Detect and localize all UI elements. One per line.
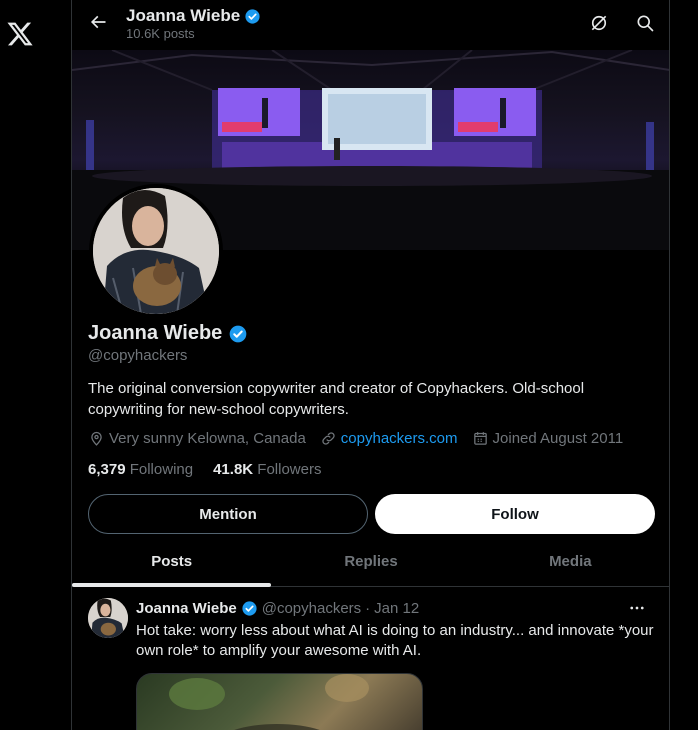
website-link[interactable]: copyhackers.com	[341, 430, 458, 447]
profile-column: Joanna Wiebe 10.6K posts Joanna Wiebe @c…	[71, 0, 670, 730]
profile-header: Joanna Wiebe 10.6K posts	[72, 0, 669, 50]
follow-button[interactable]: Follow	[375, 494, 655, 534]
header-name: Joanna Wiebe	[126, 6, 241, 25]
tab-media-label: Media	[549, 553, 592, 570]
following-label: Following	[129, 461, 194, 478]
header-posts-count: 10.6K posts	[126, 26, 195, 41]
tweet-media-image[interactable]	[136, 673, 423, 730]
active-tab-indicator	[72, 583, 271, 587]
profile-bio: The original conversion copywriter and c…	[88, 380, 585, 418]
location-pin-icon	[91, 431, 102, 446]
profile-handle: @copyhackers	[88, 347, 188, 364]
website-item: copyhackers.com	[320, 430, 458, 447]
tweet-author-name[interactable]: Joanna Wiebe	[136, 600, 237, 617]
tweet-author-handle[interactable]: @copyhackers	[262, 600, 361, 617]
mention-button[interactable]: Mention	[88, 494, 368, 534]
left-nav	[0, 0, 71, 730]
verified-badge-icon	[245, 8, 260, 24]
tab-replies[interactable]: Replies	[271, 537, 470, 586]
tab-posts-label: Posts	[151, 553, 193, 570]
verified-badge-icon[interactable]	[228, 324, 248, 344]
following-count: 6,379	[88, 461, 126, 478]
profile-meta: Very sunny Kelowna, Canada copyhackers.c…	[88, 430, 637, 447]
location-item: Very sunny Kelowna, Canada	[88, 430, 306, 447]
tweet-date[interactable]: Jan 12	[374, 600, 419, 617]
search-icon[interactable]	[632, 10, 658, 36]
tab-media[interactable]: Media	[471, 537, 669, 586]
joined-text: Joined August 2011	[492, 430, 624, 447]
profile-name: Joanna Wiebe	[88, 322, 223, 344]
tweet-header: Joanna Wiebe @copyhackers · Jan 12	[136, 600, 419, 617]
verified-badge-icon	[242, 601, 257, 616]
follow-stats: 6,379 Following 41.8K Followers	[88, 461, 341, 478]
tab-posts[interactable]: Posts	[72, 537, 271, 587]
calendar-icon	[473, 432, 487, 445]
profile-avatar[interactable]	[89, 184, 223, 318]
tweet-text: Hot take: worry less about what AI is do…	[136, 622, 654, 659]
link-icon	[322, 432, 335, 445]
tab-replies-label: Replies	[344, 553, 398, 570]
header-name-row: Joanna Wiebe	[126, 6, 261, 26]
joined-item: Joined August 2011	[472, 430, 624, 447]
following-stat[interactable]: 6,379 Following	[88, 461, 193, 478]
back-arrow-icon[interactable]	[84, 8, 112, 36]
profile-name-row: Joanna Wiebe	[88, 322, 248, 345]
tweet-avatar[interactable]	[88, 598, 128, 638]
x-logo-icon[interactable]	[6, 20, 34, 48]
profile-tabs: Posts Replies Media	[72, 537, 669, 587]
more-icon[interactable]	[624, 598, 650, 618]
grok-icon[interactable]	[586, 10, 612, 36]
tweet-separator: ·	[365, 600, 371, 617]
followers-count: 41.8K	[213, 461, 254, 478]
followers-stat[interactable]: 41.8K Followers	[213, 461, 321, 478]
followers-label: Followers	[257, 461, 322, 478]
location-text: Very sunny Kelowna, Canada	[109, 430, 306, 447]
